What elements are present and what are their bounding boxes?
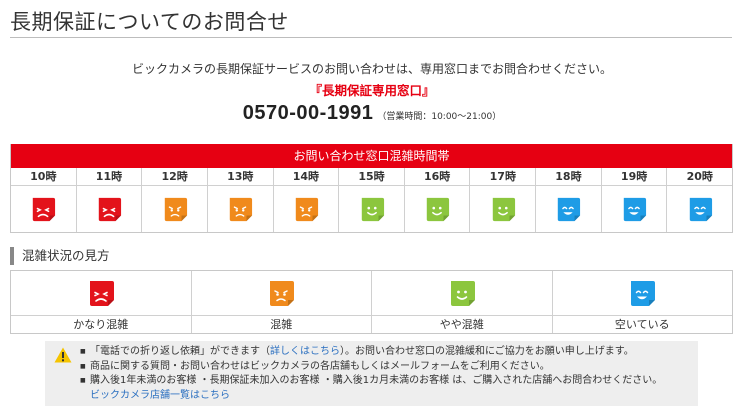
schedule-slot: 14時 [272,168,339,232]
legend-face [372,271,552,315]
notice-list: 「電話での折り返し依頼」ができます（詳しくはこちら）。お問い合わせ窓口の混雑緩和… [80,345,662,403]
slot-status [405,186,470,232]
available-face-icon [631,281,656,306]
slot-status [536,186,601,232]
congestion-schedule: お問い合わせ窓口混雑時間帯 10時 11時 12時 13時 14時 15時 16時 17時 18… [10,144,733,233]
intro-text: ビックカメラの長期保証サービスのお問い合わせは、専用窓口までお問合わせください。 [131,62,612,76]
slot-status [470,186,535,232]
slot-time: 19時 [601,168,667,186]
slot-status [11,186,76,232]
slot-status [274,186,339,232]
store-list-link[interactable]: ビックカメラ店舗一覧はこちら [90,390,230,401]
notice-callback-text: 「電話での折り返し依頼」ができます（ [90,346,270,357]
slot-status [208,186,273,232]
available-face-icon [623,197,647,222]
slot-time: 16時 [404,168,470,186]
busy-face-icon [295,197,318,222]
notice-store-link-row: ビックカメラ店舗一覧はこちら [80,389,662,404]
schedule-slot: 12時 [141,168,207,232]
available-face-icon [689,197,712,222]
phone-line: 0570-00-1991 （営業時間：10:00～21:00） [0,102,744,125]
legend-item: 混雑 [190,271,372,333]
very-busy-face-icon [98,197,122,222]
slightly-busy-face-icon [361,197,384,222]
phone-number[interactable]: 0570-00-1991 [243,102,374,124]
notice-store-inquiry: 購入後1年未満のお客様 ・長期保証未加入のお客様 ・購入後1カ月未満のお客様 は… [80,374,662,389]
schedule-slot: 19時 [600,168,667,232]
slot-time: 20時 [667,168,733,186]
callback-details-link[interactable]: 詳しくはこちら [270,346,340,357]
slightly-busy-face-icon [426,197,450,222]
slot-time: 13時 [207,168,273,186]
warning-icon [54,347,72,363]
schedule-slot: 10時 [11,168,76,232]
legend-label: かなり混雑 [11,315,191,333]
slot-time: 14時 [273,168,339,186]
legend-label: やや混雑 [372,315,552,333]
slightly-busy-face-icon [492,197,515,222]
slightly-busy-face-icon [450,281,475,306]
legend-face [192,271,372,315]
busy-face-icon [164,197,187,222]
very-busy-face-icon [89,281,114,306]
slot-time: 15時 [339,168,404,186]
legend-face [11,271,191,315]
slot-time: 11時 [76,168,142,186]
notice-callback-text-end: ）。お問い合わせ窓口の混雑緩和にご協力をお願い申し上げます。 [340,346,634,357]
legend-label: 空いている [552,315,732,333]
available-face-icon [558,197,581,222]
schedule-slot: 16時 [403,168,470,232]
very-busy-face-icon [33,197,56,222]
slot-time: 12時 [142,168,207,186]
schedule-slot: 17時 [469,168,536,232]
schedule-slots: 10時 11時 12時 13時 14時 15時 16時 17時 18時 19時 20時 [11,168,733,232]
congestion-legend: かなり混雑 混雑 やや混雑 空いている [10,270,733,334]
slot-time: 18時 [536,168,601,186]
busy-face-icon [230,197,253,222]
slot-status [339,186,404,232]
schedule-slot: 11時 [75,168,142,232]
legend-label: 混雑 [191,315,371,333]
notice-product-inquiry: 商品に関する質問・お問い合わせはビックカメラの各店舗もしくはメールフォームをご利… [80,360,662,375]
notice-callback: 「電話での折り返し依頼」ができます（詳しくはこちら）。お問い合わせ窓口の混雑緩和… [80,345,662,360]
busy-face-icon [270,281,295,306]
legend-item: やや混雑 [371,271,552,333]
business-hours: （営業時間：10:00～21:00） [377,112,502,122]
legend-item: かなり混雑 [11,271,191,333]
schedule-slot: 18時 [535,168,601,232]
schedule-slot: 20時 [666,168,733,232]
slot-status [142,186,207,232]
legend-title: 混雑状況の見方 [10,247,110,265]
schedule-slot: 15時 [338,168,404,232]
notice-box: 「電話での折り返し依頼」ができます（詳しくはこちら）。お問い合わせ窓口の混雑緩和… [45,341,698,406]
slot-time: 17時 [470,168,536,186]
legend-face [553,271,733,315]
slot-status [602,186,667,232]
slot-time: 10時 [11,168,76,186]
desk-name: 『長期保証専用窓口』 [309,83,435,98]
legend-item: 空いている [551,271,733,333]
schedule-slot: 13時 [206,168,273,232]
slot-status [77,186,142,232]
slot-status [667,186,732,232]
page-title: 長期保証についてのお問合せ [10,10,289,34]
title-divider [10,37,732,38]
schedule-header: お問い合わせ窓口混雑時間帯 [11,144,732,168]
